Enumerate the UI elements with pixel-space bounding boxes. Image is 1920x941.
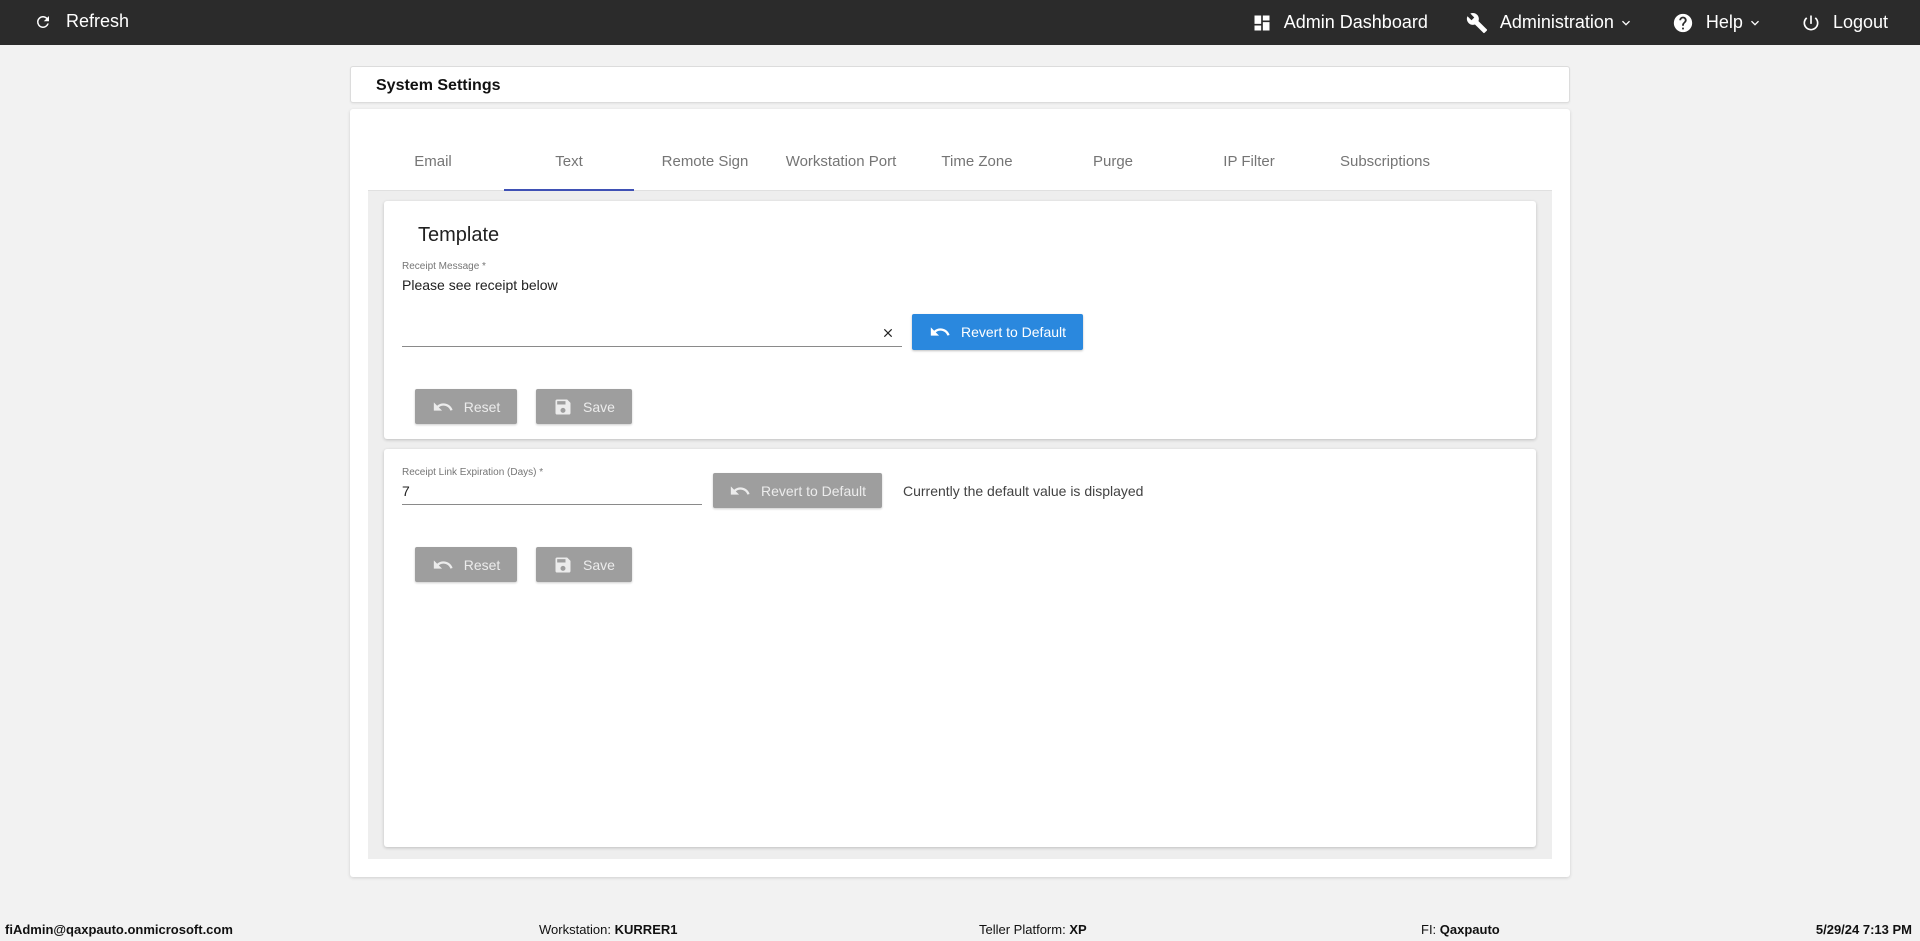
tab-workstation-port[interactable]: Workstation Port — [776, 133, 906, 190]
expiration-underline — [402, 504, 702, 505]
page-title-panel: System Settings — [350, 66, 1570, 103]
undo-icon — [433, 401, 453, 411]
expiration-reset-button[interactable]: Reset — [415, 547, 517, 582]
footer-teller-value: XP — [1069, 922, 1087, 937]
default-value-note: Currently the default value is displayed — [903, 483, 1144, 499]
undo-icon — [730, 485, 750, 495]
administration-label: Administration — [1499, 12, 1614, 32]
footer-workstation-label: Workstation: — [539, 922, 612, 937]
admin-dashboard-label: Admin Dashboard — [1283, 12, 1428, 32]
power-icon — [1803, 15, 1819, 30]
settings-tabs: Email Text Remote Sign Workstation Port … — [368, 133, 1552, 191]
footer-fi-label: FI: — [1421, 922, 1437, 937]
save-icon — [555, 399, 571, 414]
save-icon — [555, 557, 571, 572]
help-label: Help — [1705, 12, 1743, 32]
template-save-button[interactable]: Save — [536, 389, 632, 424]
dashboard-icon — [1254, 15, 1270, 30]
tab-remote-sign[interactable]: Remote Sign — [640, 133, 770, 190]
expiration-save-label: Save — [583, 556, 615, 573]
footer-teller-label: Teller Platform: — [979, 922, 1066, 937]
clear-icon[interactable] — [881, 325, 895, 343]
admin-dashboard-link[interactable]: Admin Dashboard — [1252, 12, 1428, 33]
footer-workstation-value: KURRER1 — [614, 922, 678, 937]
status-footer: fiAdmin@qaxpauto.onmicrosoft.com Worksta… — [0, 916, 1920, 941]
logout-label: Logout — [1832, 12, 1888, 32]
chevron-down-icon — [1621, 20, 1630, 26]
expiration-days-input[interactable]: 7 — [402, 483, 702, 505]
revert-to-default-label: Revert to Default — [960, 324, 1067, 340]
template-save-label: Save — [583, 398, 615, 415]
receipt-message-input[interactable]: Please see receipt below — [402, 277, 902, 337]
tab-email[interactable]: Email — [368, 133, 498, 190]
refresh-icon — [36, 15, 49, 28]
expiration-revert-label: Revert to Default — [760, 482, 867, 499]
refresh-button[interactable]: Refresh — [34, 11, 129, 32]
footer-user: fiAdmin@qaxpauto.onmicrosoft.com — [5, 922, 233, 937]
help-menu[interactable]: Help — [1672, 12, 1763, 34]
page-title: System Settings — [376, 77, 501, 94]
expiration-field-label: Receipt Link Expiration (Days) * — [402, 467, 544, 478]
refresh-label: Refresh — [66, 11, 130, 31]
tab-ip-filter[interactable]: IP Filter — [1184, 133, 1314, 190]
undo-icon — [433, 559, 453, 569]
tab-purge[interactable]: Purge — [1048, 133, 1178, 190]
top-navigation-bar: Refresh Admin Dashboard Administration H… — [0, 0, 1920, 45]
expiration-revert-button[interactable]: Revert to Default — [713, 473, 882, 508]
expiration-save-button[interactable]: Save — [536, 547, 632, 582]
wrench-icon — [1466, 12, 1487, 33]
administration-menu[interactable]: Administration — [1466, 12, 1634, 34]
template-reset-button[interactable]: Reset — [415, 389, 517, 424]
undo-icon — [930, 327, 950, 336]
close-icon — [883, 328, 893, 338]
help-circle-icon — [1673, 13, 1693, 32]
logout-button[interactable]: Logout — [1801, 12, 1888, 33]
receipt-message-label: Receipt Message * — [402, 261, 486, 272]
template-card: Template Receipt Message * Please see re… — [384, 201, 1536, 439]
tab-time-zone[interactable]: Time Zone — [912, 133, 1042, 190]
template-title: Template — [418, 224, 500, 246]
receipt-message-underline — [402, 346, 902, 347]
chevron-down-icon — [1750, 20, 1759, 26]
expiration-reset-label: Reset — [463, 556, 501, 573]
tab-text[interactable]: Text — [504, 133, 634, 191]
template-reset-label: Reset — [463, 398, 501, 415]
revert-to-default-button[interactable]: Revert to Default — [912, 314, 1083, 350]
footer-datetime: 5/29/24 7:13 PM — [1815, 922, 1912, 937]
expiration-card: Receipt Link Expiration (Days) * 7 Rever… — [384, 449, 1536, 847]
tab-subscriptions[interactable]: Subscriptions — [1320, 133, 1450, 190]
settings-panel: Email Text Remote Sign Workstation Port … — [350, 109, 1570, 877]
tab-content: Template Receipt Message * Please see re… — [368, 191, 1552, 859]
footer-fi-value: Qaxpauto — [1439, 922, 1500, 937]
